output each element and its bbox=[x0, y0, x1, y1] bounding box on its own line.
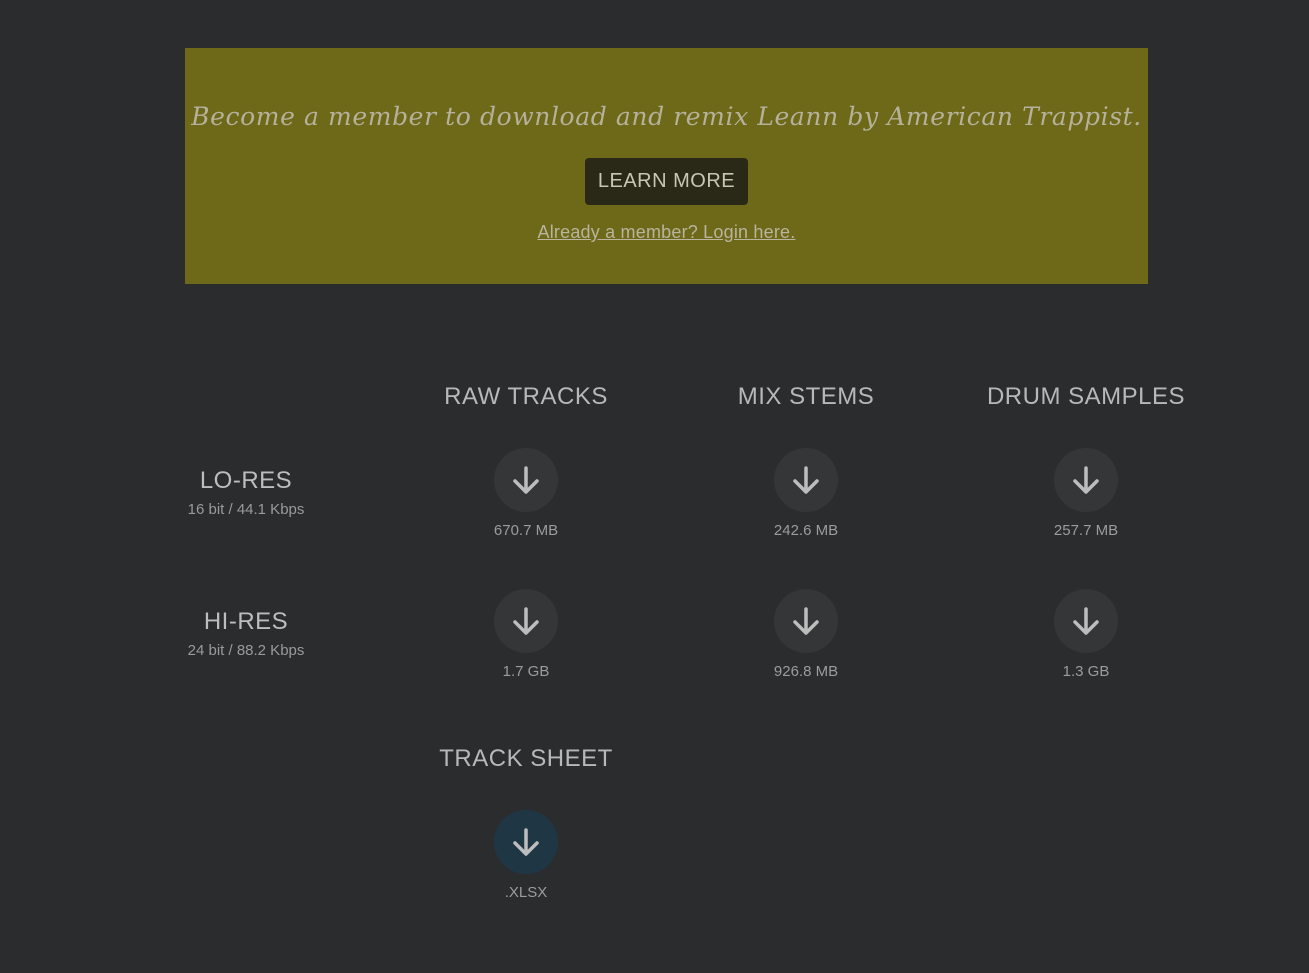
track-sheet-header: TRACK SHEET bbox=[439, 745, 613, 772]
download-hi-res-drum-samples: 1.3 GB bbox=[1006, 589, 1166, 680]
arrow-down-icon bbox=[1073, 607, 1099, 635]
download-button[interactable] bbox=[774, 448, 838, 512]
arrow-down-icon bbox=[793, 607, 819, 635]
banner-message: Become a member to download and remix Le… bbox=[191, 102, 1142, 131]
arrow-down-icon bbox=[793, 466, 819, 494]
download-lo-res-drum-samples: 257.7 MB bbox=[1006, 448, 1166, 539]
learn-more-button[interactable]: LEARN MORE bbox=[585, 158, 748, 205]
membership-banner: Become a member to download and remix Le… bbox=[185, 48, 1148, 284]
column-header-drum-samples: DRUM SAMPLES bbox=[986, 383, 1186, 410]
file-size: 670.7 MB bbox=[493, 522, 559, 539]
file-size: 257.7 MB bbox=[1053, 522, 1119, 539]
arrow-down-icon bbox=[513, 607, 539, 635]
download-button[interactable] bbox=[1054, 448, 1118, 512]
row-label-lo-res: LO-RES 16 bit / 44.1 Kbps bbox=[146, 467, 346, 518]
row-subtitle: 16 bit / 44.1 Kbps bbox=[187, 501, 305, 518]
download-lo-res-raw-tracks: 670.7 MB bbox=[446, 448, 606, 539]
download-hi-res-mix-stems: 926.8 MB bbox=[726, 589, 886, 680]
download-button[interactable] bbox=[494, 810, 558, 874]
file-size: 242.6 MB bbox=[773, 522, 839, 539]
column-header-raw-tracks: RAW TRACKS bbox=[444, 383, 608, 410]
download-button[interactable] bbox=[1054, 589, 1118, 653]
download-lo-res-mix-stems: 242.6 MB bbox=[726, 448, 886, 539]
download-track-sheet: .XLSX bbox=[446, 810, 606, 901]
file-size: 1.7 GB bbox=[502, 663, 550, 680]
arrow-down-icon bbox=[513, 828, 539, 856]
file-format: .XLSX bbox=[504, 884, 548, 901]
row-title: LO-RES bbox=[199, 467, 293, 494]
download-button[interactable] bbox=[494, 589, 558, 653]
file-size: 926.8 MB bbox=[773, 663, 839, 680]
file-size: 1.3 GB bbox=[1062, 663, 1110, 680]
column-header-mix-stems: MIX STEMS bbox=[737, 383, 875, 410]
download-button[interactable] bbox=[494, 448, 558, 512]
arrow-down-icon bbox=[513, 466, 539, 494]
row-label-hi-res: HI-RES 24 bit / 88.2 Kbps bbox=[146, 608, 346, 659]
login-link[interactable]: Already a member? Login here. bbox=[185, 222, 1148, 243]
row-title: HI-RES bbox=[203, 608, 289, 635]
arrow-down-icon bbox=[1073, 466, 1099, 494]
row-subtitle: 24 bit / 88.2 Kbps bbox=[187, 642, 305, 659]
page: Become a member to download and remix Le… bbox=[0, 0, 1309, 973]
download-button[interactable] bbox=[774, 589, 838, 653]
download-hi-res-raw-tracks: 1.7 GB bbox=[446, 589, 606, 680]
